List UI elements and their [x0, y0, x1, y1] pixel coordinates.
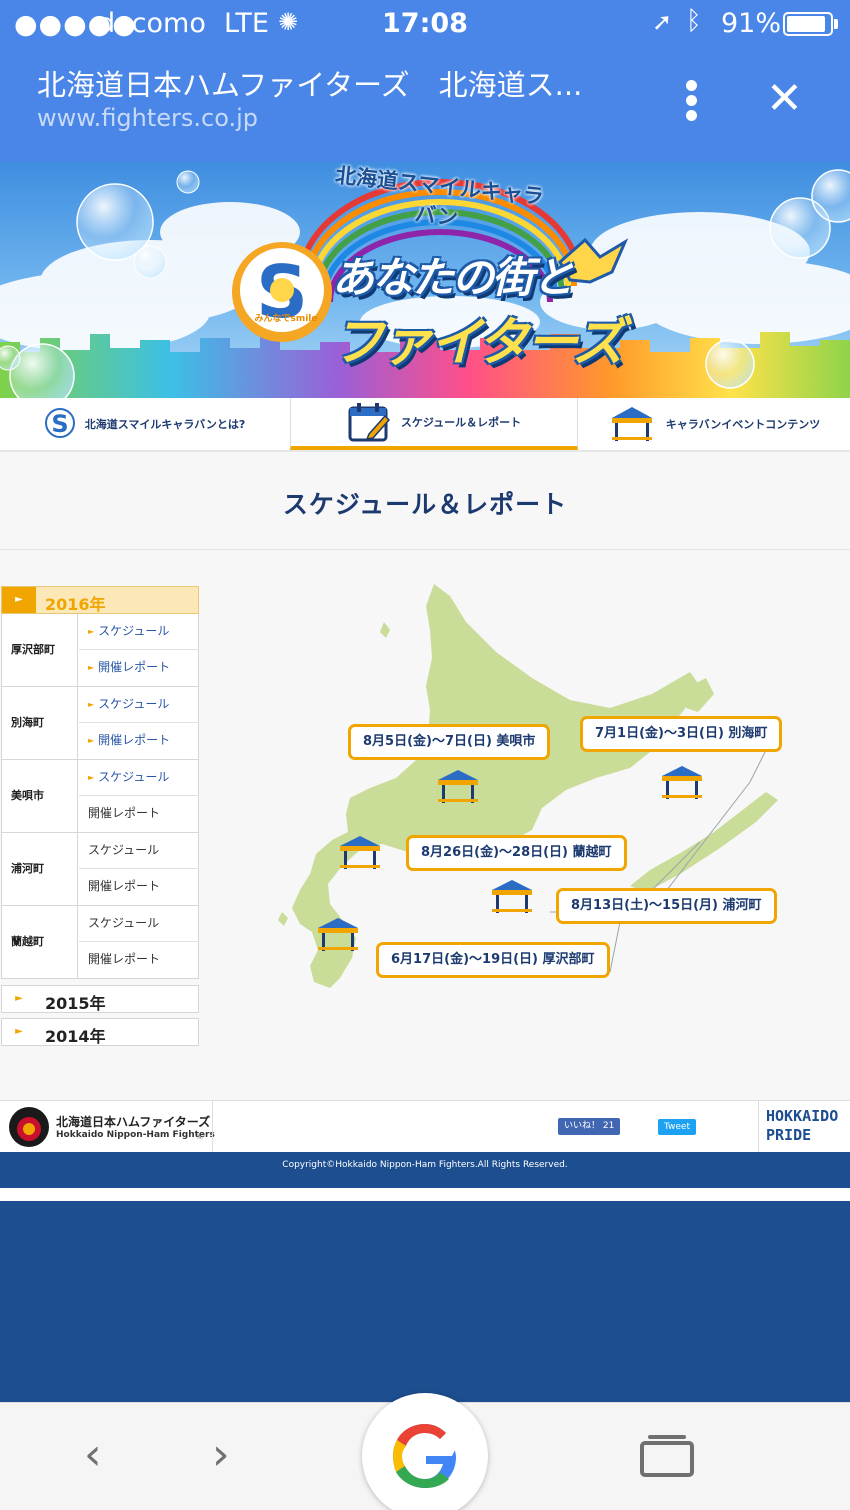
tab-about[interactable]: S 北海道スマイルキャラバンとは? — [0, 398, 290, 450]
year-sidebar: ► 2016年 厚沢部町 スケジュール 開催レポート 別海町 スケジュール 開催… — [1, 586, 199, 1051]
hero-banner: S 北海道スマイルキャラバン あなたの街と ファイターズ みんなでsmile — [0, 162, 850, 398]
event-callout-betsukai[interactable]: 7月1日(金)〜3日(日) 別海町 — [580, 716, 783, 752]
event-tent-icon — [492, 880, 532, 913]
town-urakawa: 浦河町 スケジュール 開催レポート — [1, 833, 199, 906]
year-2015[interactable]: ► 2015年 — [1, 985, 199, 1013]
triangle-right-icon: ► — [2, 587, 36, 613]
page-bottom-fill — [0, 1201, 850, 1402]
triangle-right-icon: ► — [15, 1026, 23, 1037]
browser-toolbar: ‹ › — [0, 1393, 850, 1510]
location-arrow-icon: ➚ — [652, 8, 673, 36]
banner-logo-caption: みんなでsmile — [254, 314, 318, 324]
event-callout-rankoshi[interactable]: 8月26日(金)〜28日(日) 蘭越町 — [406, 835, 627, 871]
smile-logo-icon: S — [44, 408, 75, 438]
event-tent-icon — [340, 836, 380, 869]
event-tent-icon — [318, 918, 358, 951]
schedule-link[interactable]: スケジュール — [79, 760, 199, 796]
copyright-bar: Copyright©Hokkaido Nippon-Ham Fighters.A… — [0, 1152, 850, 1188]
section-heading: スケジュール＆レポート — [0, 452, 850, 550]
year-2014[interactable]: ► 2014年 — [1, 1018, 199, 1046]
banner-title-line1: あなたの街と — [332, 253, 574, 302]
close-icon[interactable]: ✕ — [766, 74, 803, 124]
tweet-button[interactable]: Tweet — [658, 1119, 696, 1135]
calendar-icon — [348, 403, 390, 442]
event-callout-assabu[interactable]: 6月17日(金)〜19日(日) 厚沢部町 — [376, 942, 610, 978]
town-betsukai: 別海町 スケジュール 開催レポート — [1, 687, 199, 760]
battery-icon — [783, 12, 833, 36]
status-bar: ●●●●● docomo LTE ✺ 17:08 ➚ ᛒ 91% — [0, 0, 850, 48]
schedule-link: スケジュール — [79, 906, 199, 942]
report-link: 開催レポート — [88, 879, 161, 893]
report-link: 開催レポート — [88, 952, 161, 966]
report-link[interactable]: 開催レポート — [79, 650, 199, 686]
google-search-button[interactable] — [362, 1393, 488, 1510]
report-link[interactable]: 開催レポート — [79, 723, 199, 759]
event-tent-icon — [438, 770, 478, 803]
town-assabu: 厚沢部町 スケジュール 開催レポート — [1, 614, 199, 687]
event-tent-icon — [662, 766, 702, 799]
event-callout-urakawa[interactable]: 8月13日(土)〜15日(月) 浦河町 — [556, 888, 777, 924]
back-chevron-icon[interactable]: ‹ — [84, 1425, 102, 1485]
tent-icon — [611, 407, 652, 441]
town-rankoshi: 蘭越町 スケジュール 開催レポート — [1, 906, 199, 979]
town-bibai: 美唄市 スケジュール 開催レポート — [1, 760, 199, 833]
google-g-icon — [393, 1424, 456, 1488]
external-link-icon: ⇲ — [196, 1132, 203, 1141]
tab-contents[interactable]: キャラバンイベントコンテンツ — [578, 398, 850, 450]
battery-percent: 91% — [721, 8, 782, 39]
page-title: 北海道日本ハムファイターズ 北海道ス... — [37, 68, 583, 102]
tab-contents-label: キャラバンイベントコンテンツ — [665, 418, 821, 431]
browser-chrome: ●●●●● docomo LTE ✺ 17:08 ➚ ᛒ 91% 北海道日本ハム… — [0, 0, 850, 162]
event-callout-bibai[interactable]: 8月5日(金)〜7日(日) 美唄市 — [348, 724, 551, 760]
forward-chevron-icon[interactable]: › — [212, 1425, 230, 1485]
tab-schedule[interactable]: スケジュール＆レポート — [290, 398, 578, 450]
banner-title-line2: ファイターズ — [332, 313, 624, 373]
schedule-link[interactable]: スケジュール — [79, 614, 199, 650]
fighters-logo-icon[interactable] — [8, 1106, 50, 1148]
url-text[interactable]: www.fighters.co.jp — [37, 104, 258, 132]
report-link: 開催レポート — [88, 806, 161, 820]
main-content: スケジュール＆レポート ► 2016年 厚沢部町 スケジュール 開催レポート 別… — [0, 452, 850, 1100]
schedule-link: スケジュール — [79, 833, 199, 869]
year-2016[interactable]: ► 2016年 — [1, 586, 199, 614]
section-nav: S 北海道スマイルキャラバンとは? スケジュール＆レポート キャラバンイベントコ… — [0, 398, 850, 452]
schedule-link[interactable]: スケジュール — [79, 687, 199, 723]
site-footer: 北海道日本ハムファイターズ Hokkaido Nippon-Ham Fighte… — [0, 1100, 850, 1153]
tab-schedule-label: スケジュール＆レポート — [400, 416, 522, 429]
bluetooth-icon: ᛒ — [686, 6, 702, 36]
facebook-like-button[interactable]: いいね！ 21 — [558, 1118, 621, 1135]
triangle-right-icon: ► — [15, 993, 23, 1004]
tabs-switcher-icon[interactable] — [640, 1435, 694, 1477]
overflow-menu-icon[interactable] — [684, 80, 700, 122]
team-name-en: Hokkaido Nippon-Ham Fighters — [56, 1130, 215, 1140]
hokkaido-pride-logo[interactable]: HOKKAIDO PRIDE — [766, 1107, 838, 1145]
svg-text:S: S — [51, 410, 68, 438]
tab-about-label: 北海道スマイルキャラバンとは? — [84, 418, 246, 431]
team-name-jp[interactable]: 北海道日本ハムファイターズ — [56, 1113, 210, 1130]
